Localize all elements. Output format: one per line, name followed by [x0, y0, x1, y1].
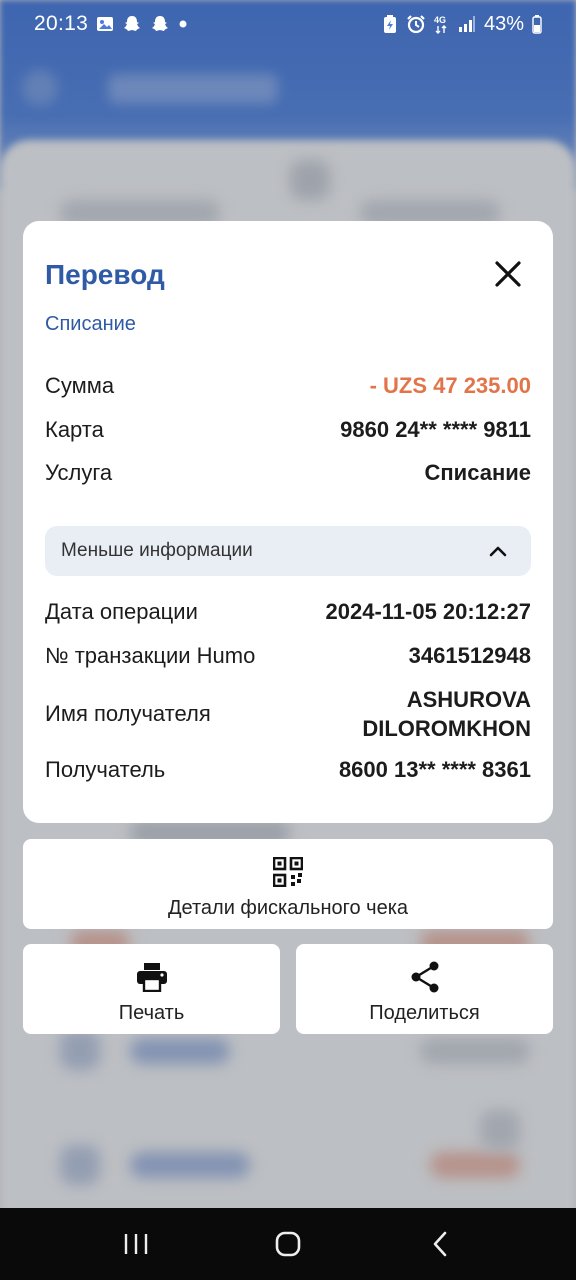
- less-info-toggle[interactable]: Меньше информации: [45, 526, 531, 576]
- status-right: 4G 43%: [382, 13, 542, 36]
- amount-label: Сумма: [45, 373, 115, 398]
- system-nav-bar: [0, 1208, 576, 1280]
- recipient-name-line2: DILOROMKHON: [362, 716, 531, 741]
- recipient-card-row: Получатель 8600 13** **** 8361: [45, 757, 531, 783]
- modal-subtitle: Списание: [45, 313, 136, 335]
- signal-icon: [458, 15, 476, 33]
- recipient-card-value: 8600 13** **** 8361: [338, 757, 531, 782]
- back-button[interactable]: [410, 1214, 470, 1274]
- recipient-card-label: Получатель: [45, 757, 166, 782]
- service-label: Услуга: [45, 460, 113, 485]
- 4g-icon: 4G: [434, 13, 450, 35]
- recipient-name-line1: ASHUROVA: [406, 687, 531, 712]
- dot-icon: [178, 19, 188, 29]
- service-row: Услуга Списание: [45, 460, 531, 486]
- chevron-up-icon: [489, 546, 507, 557]
- recipient-name-value: ASHUROVA DILOROMKHON: [362, 685, 531, 743]
- print-label: Печать: [118, 1002, 185, 1024]
- share-button[interactable]: Поделиться: [296, 944, 553, 1034]
- transaction-number-row: № транзакции Humo 3461512948: [45, 643, 531, 669]
- photo-icon: [96, 15, 114, 33]
- operation-date-row: Дата операции 2024-11-05 20:12:27: [45, 599, 531, 625]
- recents-button[interactable]: [106, 1214, 166, 1274]
- battery-percent: 43%: [483, 12, 524, 35]
- back-icon: [433, 1231, 447, 1257]
- transaction-number-value: 3461512948: [408, 643, 531, 668]
- amount-value: - UZS 47 235.00: [369, 373, 531, 398]
- print-button[interactable]: Печать: [23, 944, 280, 1034]
- amount-row: Сумма - UZS 47 235.00: [45, 373, 531, 399]
- recipient-name-row: Имя получателя ASHUROVA DILOROMKHON: [45, 685, 531, 743]
- snapchat-icon: [150, 14, 170, 34]
- transaction-number-label: № транзакции Humo: [45, 643, 256, 668]
- card-label: Карта: [45, 417, 104, 442]
- home-icon: [275, 1231, 301, 1257]
- share-label: Поделиться: [369, 1002, 480, 1024]
- fiscal-receipt-button[interactable]: Детали фискального чека: [23, 839, 553, 929]
- battery-saver-icon: [382, 14, 398, 34]
- qr-code-icon: [273, 855, 303, 889]
- status-bar: 20:13 4G 43%: [0, 0, 576, 48]
- snapchat-icon: [122, 14, 142, 34]
- modal-title: Перевод: [45, 259, 165, 290]
- close-icon: [495, 261, 521, 287]
- operation-date-value: 2024-11-05 20:12:27: [325, 599, 532, 624]
- svg-text:4G: 4G: [434, 15, 446, 25]
- fiscal-receipt-label: Детали фискального чека: [167, 897, 409, 919]
- operation-date-label: Дата операции: [45, 599, 198, 624]
- card-value: 9860 24** **** 9811: [340, 417, 531, 442]
- alarm-icon: [406, 14, 426, 34]
- card-row: Карта 9860 24** **** 9811: [45, 417, 531, 443]
- printer-icon: [136, 960, 168, 994]
- recents-icon: [124, 1234, 148, 1254]
- service-value: Списание: [424, 460, 532, 485]
- less-info-label: Меньше информации: [61, 540, 253, 561]
- recipient-name-label: Имя получателя: [45, 701, 211, 726]
- share-icon: [410, 960, 440, 994]
- status-time: 20:13: [34, 12, 89, 35]
- status-left: 20:13: [34, 12, 188, 36]
- close-button[interactable]: [487, 253, 529, 295]
- battery-icon: [532, 14, 542, 34]
- home-button[interactable]: [258, 1214, 318, 1274]
- transfer-details-modal: Перевод Списание Сумма - UZS 47 235.00 К…: [23, 221, 553, 823]
